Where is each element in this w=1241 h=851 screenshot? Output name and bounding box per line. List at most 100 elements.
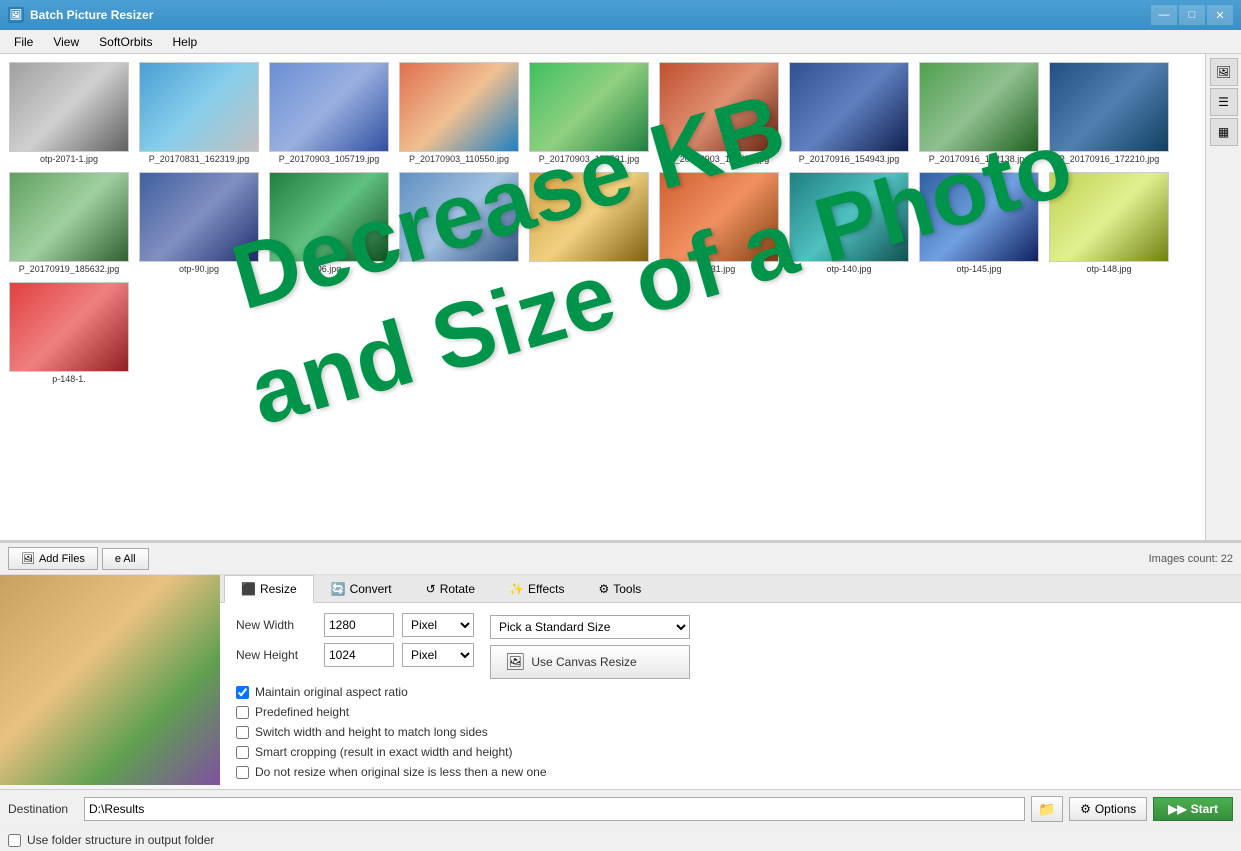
close-button[interactable]: ✕ bbox=[1207, 5, 1233, 25]
list-item[interactable]: otp-148.jpg bbox=[1044, 168, 1174, 278]
thumbnail-image bbox=[9, 62, 129, 152]
width-unit-select[interactable]: Pixel Percent Cm Inch bbox=[402, 613, 474, 637]
thumbnail-image bbox=[919, 62, 1039, 152]
list-item[interactable]: P_20170903_105719.jpg bbox=[264, 58, 394, 168]
destination-input[interactable] bbox=[84, 797, 1025, 821]
thumbnail-image bbox=[1049, 172, 1169, 262]
images-count: Images count: 22 bbox=[1149, 553, 1233, 565]
smart-crop-row: Smart cropping (result in exact width an… bbox=[236, 745, 1225, 759]
menu-help[interactable]: Help bbox=[163, 33, 208, 51]
menubar: File View SoftOrbits Help bbox=[0, 30, 1241, 54]
thumbnail-label: P_20170919_185632.jpg bbox=[19, 264, 120, 274]
add-files-toolbar: 🖼 Add Files e All Images count: 22 bbox=[0, 543, 1241, 575]
height-label: New Height bbox=[236, 648, 316, 662]
thumbnail-label: otp-90.jpg bbox=[179, 264, 219, 274]
preview-area bbox=[0, 575, 220, 785]
list-item[interactable]: otp-140.jpg bbox=[784, 168, 914, 278]
list-item[interactable] bbox=[524, 168, 654, 278]
add-files-button[interactable]: 🖼 Add Files bbox=[8, 547, 98, 570]
canvas-resize-icon: 🖼 bbox=[505, 652, 525, 672]
browse-icon: 📁 bbox=[1038, 801, 1055, 818]
thumbnail-label: otp-140.jpg bbox=[826, 264, 871, 274]
thumbnail-image bbox=[139, 62, 259, 152]
thumbnail-image bbox=[919, 172, 1039, 262]
list-item[interactable]: otp-145.jpg bbox=[914, 168, 1044, 278]
tab-resize[interactable]: ⬛ Resize bbox=[224, 575, 314, 603]
view-icon-3[interactable]: ▦ bbox=[1210, 118, 1238, 146]
list-item[interactable]: P_20170903_110550.jpg bbox=[394, 58, 524, 168]
tab-rotate[interactable]: ↺ Rotate bbox=[409, 575, 492, 602]
list-item[interactable]: P_20170919_185632.jpg bbox=[4, 168, 134, 278]
thumbnail-image bbox=[399, 62, 519, 152]
tab-convert-label: Convert bbox=[350, 582, 392, 596]
app-title: Batch Picture Resizer bbox=[30, 8, 1151, 22]
thumbnail-label: otp-148.jpg bbox=[1086, 264, 1131, 274]
thumbnail-label: P_20170903_171531.jpg bbox=[539, 154, 640, 164]
thumbnail-image bbox=[529, 62, 649, 152]
tab-rotate-label: Rotate bbox=[440, 582, 475, 596]
tab-convert[interactable]: 🔄 Convert bbox=[314, 575, 409, 602]
smart-crop-checkbox[interactable] bbox=[236, 746, 249, 759]
maximize-button[interactable]: □ bbox=[1179, 5, 1205, 25]
height-unit-select[interactable]: Pixel Percent Cm Inch bbox=[402, 643, 474, 667]
predefined-height-checkbox[interactable] bbox=[236, 706, 249, 719]
view-icon-2[interactable]: ☰ bbox=[1210, 88, 1238, 116]
width-input[interactable] bbox=[324, 613, 394, 637]
menu-softorbits[interactable]: SoftOrbits bbox=[89, 33, 162, 51]
gallery-sidebar: 🖼 ☰ ▦ bbox=[1205, 54, 1241, 540]
list-item[interactable]: P_20170903_182256.jpg bbox=[654, 58, 784, 168]
list-item[interactable]: P_20170903_171531.jpg bbox=[524, 58, 654, 168]
remove-all-label: e All bbox=[115, 553, 136, 565]
list-item[interactable]: p-148-1. bbox=[4, 278, 134, 388]
list-item[interactable]: -131.jpg bbox=[654, 168, 784, 278]
switch-sides-checkbox[interactable] bbox=[236, 726, 249, 739]
browse-button[interactable]: 📁 bbox=[1031, 796, 1063, 822]
start-button[interactable]: ▶▶ Start bbox=[1153, 797, 1233, 821]
minimize-button[interactable]: — bbox=[1151, 5, 1177, 25]
thumbnail-label: p-148-1. bbox=[52, 374, 86, 384]
list-item[interactable]: P_20170916_172138.jpg bbox=[914, 58, 1044, 168]
view-icon-1[interactable]: 🖼 bbox=[1210, 58, 1238, 86]
list-item[interactable]: P_20170916_172210.jpg bbox=[1044, 58, 1174, 168]
list-item[interactable] bbox=[394, 168, 524, 278]
list-item[interactable]: P_20170916_154943.jpg bbox=[784, 58, 914, 168]
predefined-height-row: Predefined height bbox=[236, 705, 1225, 719]
list-item[interactable]: P_20170831_162319.jpg bbox=[134, 58, 264, 168]
no-resize-checkbox[interactable] bbox=[236, 766, 249, 779]
thumbnail-label: P_20170903_110550.jpg bbox=[409, 154, 509, 164]
list-item[interactable]: otp-90.jpg bbox=[134, 168, 264, 278]
remove-all-button[interactable]: e All bbox=[102, 548, 149, 570]
tab-tools[interactable]: ⚙ Tools bbox=[581, 575, 658, 602]
effects-icon: ✨ bbox=[509, 582, 524, 596]
tab-effects[interactable]: ✨ Effects bbox=[492, 575, 581, 602]
list-item[interactable]: 06.jpg bbox=[264, 168, 394, 278]
thumbnail-label: P_20170916_154943.jpg bbox=[799, 154, 900, 164]
gear-icon: ⚙ bbox=[1080, 802, 1091, 816]
thumbnail-image bbox=[9, 282, 129, 372]
standard-size-select[interactable]: Pick a Standard Size 640x480 800x600 102… bbox=[490, 615, 690, 639]
options-button[interactable]: ⚙ Options bbox=[1069, 797, 1147, 821]
height-input[interactable] bbox=[324, 643, 394, 667]
menu-view[interactable]: View bbox=[43, 33, 89, 51]
thumbnail-image bbox=[1049, 62, 1169, 152]
gallery-grid: otp-2071-1.jpg P_20170831_162319.jpg P_2… bbox=[0, 54, 1241, 392]
tabs-and-preview: ⬛ Resize 🔄 Convert ↺ Rotate ✨ Effects bbox=[0, 575, 1241, 789]
menu-file[interactable]: File bbox=[4, 33, 43, 51]
width-label: New Width bbox=[236, 618, 316, 632]
aspect-ratio-row: Maintain original aspect ratio bbox=[236, 685, 1225, 699]
thumbnail-label: P_20170903_182256.jpg bbox=[669, 154, 770, 164]
thumbnail-image bbox=[9, 172, 129, 262]
aspect-ratio-checkbox[interactable] bbox=[236, 686, 249, 699]
tab-bar: ⬛ Resize 🔄 Convert ↺ Rotate ✨ Effects bbox=[220, 575, 1241, 603]
resize-icon: ⬛ bbox=[241, 582, 256, 596]
use-folder-checkbox[interactable] bbox=[8, 834, 21, 847]
thumbnail-image bbox=[789, 62, 909, 152]
thumbnail-image bbox=[269, 62, 389, 152]
bottom-panel: 🖼 Add Files e All Images count: 22 ⬛ Res… bbox=[0, 542, 1241, 851]
start-label: Start bbox=[1191, 802, 1218, 816]
tools-icon: ⚙ bbox=[598, 582, 609, 596]
list-item[interactable]: otp-2071-1.jpg bbox=[4, 58, 134, 168]
use-folder-label: Use folder structure in output folder bbox=[27, 833, 214, 847]
canvas-resize-button[interactable]: 🖼 Use Canvas Resize bbox=[490, 645, 690, 679]
destination-bar: Destination 📁 ⚙ Options ▶▶ Start bbox=[0, 789, 1241, 828]
